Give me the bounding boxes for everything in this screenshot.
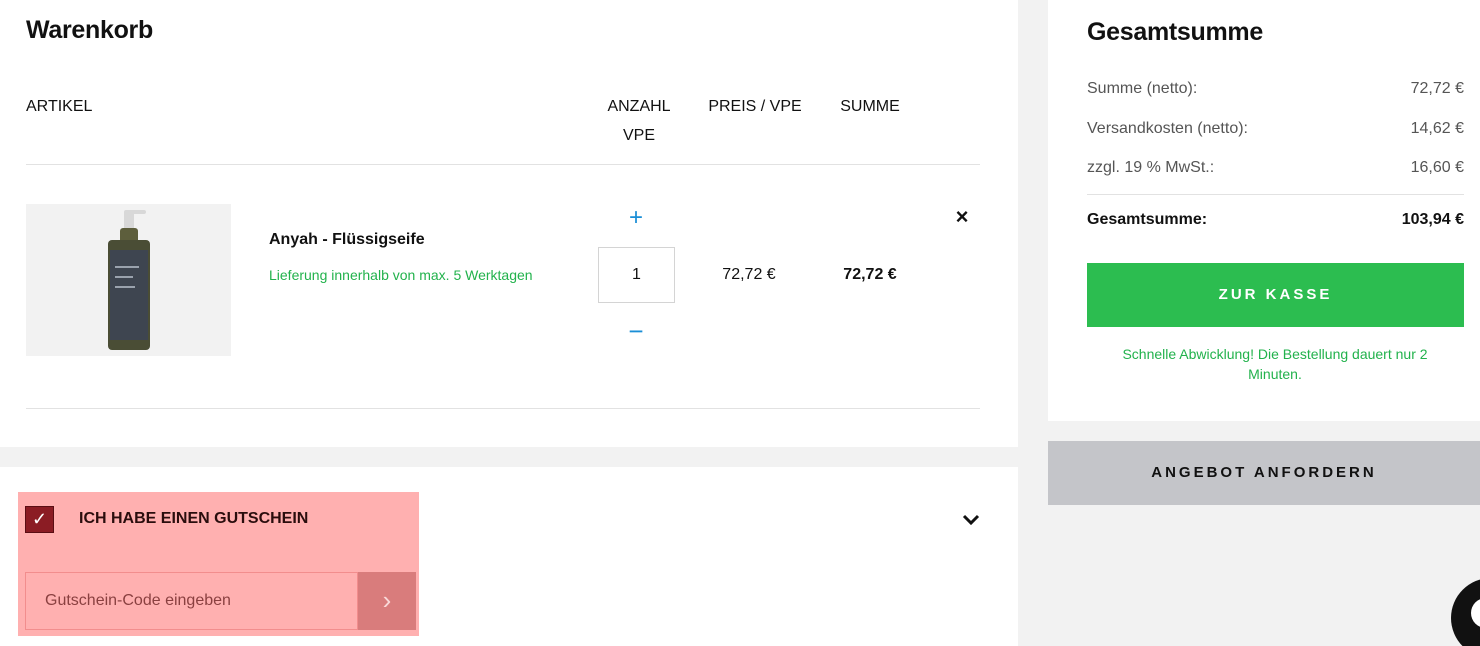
product-image[interactable] bbox=[26, 204, 231, 356]
summary-row-label: zzgl. 19 % MwSt.: bbox=[1087, 159, 1215, 176]
summary-row-label: Versandkosten (netto): bbox=[1087, 120, 1248, 137]
summary-row-value: 14,62 € bbox=[1410, 120, 1464, 137]
header-divider bbox=[26, 164, 980, 165]
summary-row-value: 16,60 € bbox=[1410, 159, 1464, 176]
voucher-code-input[interactable] bbox=[25, 572, 358, 630]
unit-price: 72,72 € bbox=[722, 266, 776, 283]
delivery-info: Lieferung innerhalb von max. 5 Werktagen bbox=[269, 267, 533, 283]
column-header-anzahl-line2: VPE bbox=[622, 127, 655, 144]
cart-title: Warenkorb bbox=[26, 16, 153, 44]
product-name[interactable]: Anyah - Flüssigseife bbox=[269, 231, 425, 249]
close-icon[interactable]: × bbox=[950, 204, 974, 230]
summary-row-label: Summe (netto): bbox=[1087, 80, 1198, 97]
summary-title: Gesamtsumme bbox=[1087, 18, 1263, 46]
chat-icon-inner bbox=[1471, 598, 1480, 628]
bottle-label-line bbox=[115, 276, 133, 278]
summary-total-value: 103,94 € bbox=[1401, 211, 1464, 228]
bottle-label bbox=[110, 250, 148, 340]
bottle-label-line bbox=[115, 266, 139, 268]
column-header-anzahl-line1: ANZAHL bbox=[607, 98, 671, 115]
summary-row-netto: Summe (netto): 72,72 € bbox=[1087, 80, 1464, 98]
line-total: 72,72 € bbox=[843, 266, 897, 283]
quantity-decrease-button[interactable]: − bbox=[624, 318, 648, 346]
checkout-button[interactable]: ZUR KASSE bbox=[1087, 263, 1464, 327]
chevron-down-icon[interactable] bbox=[958, 506, 984, 532]
checkout-note: Schnelle Abwicklung! Die Bestellung daue… bbox=[1122, 346, 1428, 382]
voucher-label[interactable]: ICH HABE EINEN GUTSCHEIN bbox=[79, 510, 308, 528]
quantity-increase-button[interactable]: + bbox=[624, 204, 648, 232]
column-header-artikel: ARTIKEL bbox=[26, 98, 93, 115]
chat-icon[interactable] bbox=[1451, 578, 1480, 646]
bottle-label-line bbox=[115, 286, 135, 288]
request-offer-button[interactable]: ANGEBOT ANFORDERN bbox=[1048, 441, 1480, 505]
summary-total-row: Gesamtsumme: 103,94 € bbox=[1087, 211, 1464, 229]
column-header-anzahl: ANZAHL VPE bbox=[600, 92, 678, 150]
summary-row-value: 72,72 € bbox=[1410, 80, 1464, 97]
voucher-checkbox[interactable]: ✓ bbox=[25, 506, 54, 533]
quantity-input[interactable]: 1 bbox=[598, 247, 675, 303]
column-header-summe: SUMME bbox=[840, 98, 900, 115]
summary-divider bbox=[1087, 194, 1464, 195]
summary-row-tax: zzgl. 19 % MwSt.: 16,60 € bbox=[1087, 159, 1464, 177]
chevron-right-icon[interactable]: › bbox=[358, 572, 416, 630]
row-divider bbox=[26, 408, 980, 409]
column-header-preis: PREIS / VPE bbox=[708, 98, 802, 115]
bottle-spout bbox=[130, 210, 146, 214]
summary-total-label: Gesamtsumme: bbox=[1087, 211, 1208, 228]
summary-row-shipping: Versandkosten (netto): 14,62 € bbox=[1087, 120, 1464, 138]
